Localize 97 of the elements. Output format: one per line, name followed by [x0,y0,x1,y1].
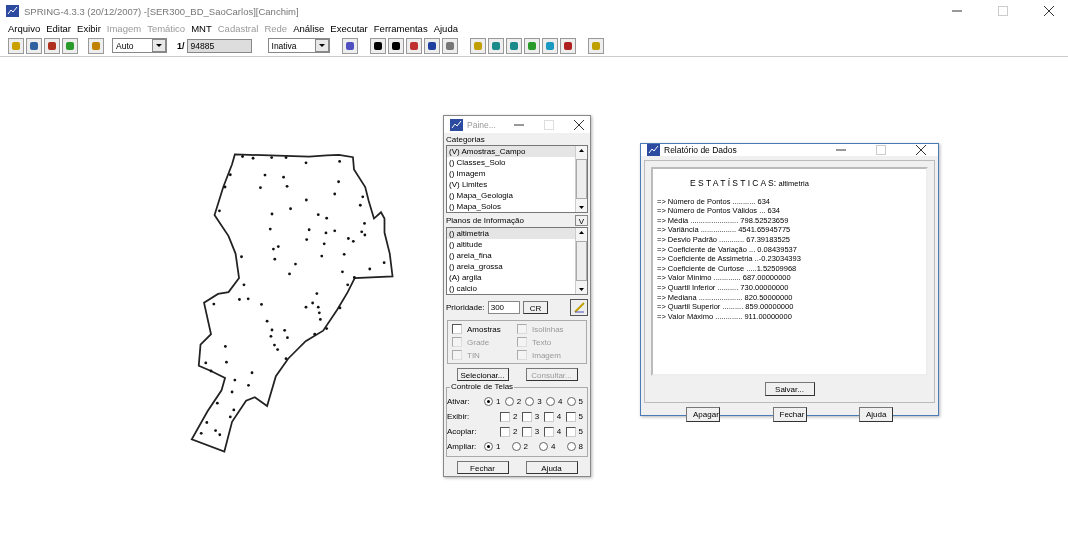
list-item[interactable]: () areia_grossa [447,261,575,272]
option-label: 3 [534,427,540,436]
row-label: Ativar: [447,397,471,406]
option-label: 1 [496,442,501,451]
state-dropdown[interactable]: Inativa [267,38,330,53]
menu-item[interactable]: Arquivo [8,23,41,34]
row-label: Acoplar: [447,427,478,436]
list-item[interactable]: () Mapa_Geologia [447,190,575,201]
menu-item[interactable]: Executar [330,23,368,34]
option-label: 2 [513,427,518,436]
section-label: Planos de Informação [446,216,524,225]
checkbox-label: Isolinhas [532,324,564,334]
menu-item[interactable]: Editar [46,23,72,34]
checkbox-label: Grade [467,337,490,347]
pencil-button[interactable] [570,299,588,316]
option-label: 2 [516,397,522,406]
radio-button[interactable] [511,442,521,451]
close-icon[interactable] [1044,6,1054,16]
mode-dropdown[interactable]: Auto [112,38,167,53]
menu-item[interactable]: Exibir [77,23,101,34]
dialog-button[interactable]: Fechar [772,407,807,422]
window-title: SPRING-4.3.3 (20/12/2007) -[SER300_BD_SaoCarlos][Canchim] [24,5,299,17]
option-label: 4 [556,412,562,421]
list-item[interactable]: (V) Amostras_Campo [447,146,575,157]
checkbox[interactable] [452,324,462,334]
dialog-button[interactable]: Ajuda [859,407,893,422]
window-title: Paine... [467,119,496,130]
menu-item[interactable]: MNT [191,23,212,34]
option-label: 8 [578,442,583,451]
dialog-button[interactable]: Fechar [456,461,509,474]
menu-item[interactable]: Ajuda [433,23,458,34]
save-button[interactable]: Salvar... [764,382,815,396]
checkbox[interactable] [543,411,554,422]
option-label: 3 [534,412,540,421]
radio-button[interactable] [504,397,514,406]
option-label: 5 [578,412,583,421]
list-item[interactable]: (A) argila [447,272,575,283]
checkbox-label: Imagem [532,350,561,360]
option-label: 5 [578,397,583,406]
radio-button[interactable] [566,397,576,406]
app-icon [6,5,19,17]
window-title: Relatório de Dados [664,145,737,155]
scale-field[interactable]: 94885 [186,38,252,53]
checkbox[interactable] [521,411,532,422]
close-icon[interactable] [574,119,584,130]
radio-button[interactable] [539,442,549,451]
option-label: 5 [578,427,583,436]
priority-field[interactable]: 300 [487,301,520,314]
group-title: Controle de Telas [450,382,515,391]
scroll-up-icon[interactable] [577,228,586,237]
select-button[interactable]: Selecionar... [456,368,509,381]
scroll-up-icon[interactable] [577,146,586,155]
option-label: 4 [551,442,556,451]
radio-button[interactable] [566,442,576,451]
checkbox-label: Texto [532,337,552,347]
scroll-down-icon[interactable] [577,203,586,212]
option-label: 2 [513,412,518,421]
close-icon[interactable] [916,145,926,155]
priority-label: Prioridade: [446,303,485,312]
radio-button[interactable] [525,397,535,406]
list-item[interactable]: () altitude [447,239,575,250]
row-label: Exibir: [447,412,471,421]
checkbox[interactable] [565,411,576,422]
checkbox[interactable] [500,426,510,437]
option-label: 3 [537,397,542,406]
dialog-button[interactable]: Apagar [686,407,720,422]
checkbox[interactable] [521,426,532,437]
checkbox-label: TIN [467,350,480,360]
radio-button[interactable] [545,397,555,406]
list-item[interactable]: () Imagem [447,168,575,179]
list-item[interactable]: () areia_fina [447,250,575,261]
list-item[interactable]: () Mapa_Solos [447,201,575,212]
scale-label: 1/ [177,40,185,51]
checkbox[interactable] [565,426,576,437]
dialog-button[interactable]: Ajuda [525,461,578,474]
v-button[interactable]: V [574,215,588,226]
list-item[interactable]: () Classes_Solo [447,157,575,168]
option-label: 2 [523,442,528,451]
list-item[interactable]: () calcio [447,283,575,294]
checkbox[interactable] [500,411,510,422]
scrollbar[interactable] [575,228,587,294]
checkbox-label: Amostras [467,324,501,334]
option-label: 1 [496,397,501,406]
checkbox[interactable] [543,426,554,437]
row-label: Ampliar: [447,442,478,451]
section-label: Categorias [446,135,485,144]
list-item[interactable]: () altimetria [447,228,575,239]
scrollbar[interactable] [575,146,587,212]
option-label: 4 [557,397,563,406]
option-label: 4 [556,427,562,436]
radio-button[interactable] [484,442,493,451]
menu-item[interactable]: Análise [293,23,325,34]
radio-button[interactable] [484,397,493,406]
menu-item[interactable]: Ferramentas [373,23,428,34]
list-item[interactable]: (V) Limites [447,179,575,190]
cr-button[interactable]: CR [522,301,549,314]
scroll-down-icon[interactable] [577,285,586,294]
